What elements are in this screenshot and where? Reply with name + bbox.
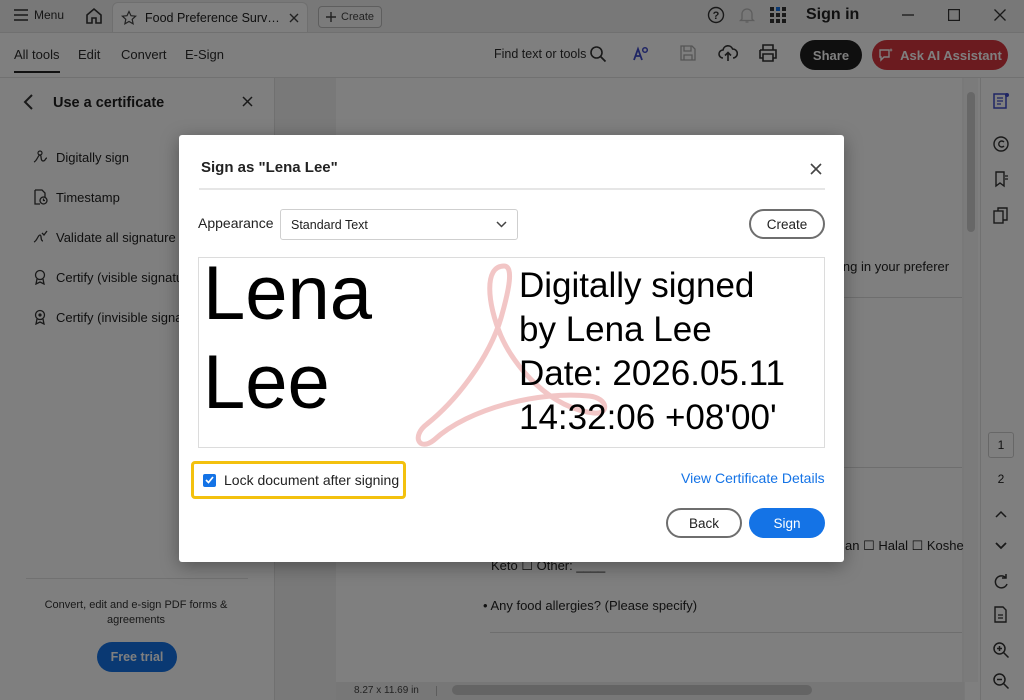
- chevron-down-icon: [496, 221, 507, 228]
- signature-preview: Lena Lee Digitally signed by Lena Lee Da…: [198, 257, 825, 448]
- signature-last-name: Lee: [203, 340, 330, 425]
- view-certificate-link[interactable]: View Certificate Details: [681, 470, 825, 486]
- dialog-divider: [199, 188, 825, 190]
- appearance-label: Appearance: [198, 215, 274, 231]
- lock-label: Lock document after signing: [224, 472, 400, 488]
- signature-detail-line: 14:32:06 +08'00': [519, 398, 777, 437]
- sign-button[interactable]: Sign: [749, 508, 825, 538]
- lock-checkbox[interactable]: [203, 473, 216, 487]
- dialog-title: Sign as "Lena Lee": [201, 159, 338, 176]
- back-button[interactable]: Back: [666, 508, 742, 538]
- dialog-close-icon[interactable]: [806, 159, 826, 179]
- appearance-select[interactable]: Standard Text: [280, 209, 518, 240]
- signature-detail-line: Digitally signed: [519, 266, 755, 305]
- signature-detail-line: Date: 2026.05.11: [519, 354, 785, 393]
- signature-first-name: Lena: [203, 257, 373, 336]
- appearance-value: Standard Text: [291, 217, 368, 232]
- create-appearance-button[interactable]: Create: [749, 209, 825, 239]
- signature-detail-line: by Lena Lee: [519, 310, 712, 349]
- lock-document-option[interactable]: Lock document after signing: [191, 461, 406, 499]
